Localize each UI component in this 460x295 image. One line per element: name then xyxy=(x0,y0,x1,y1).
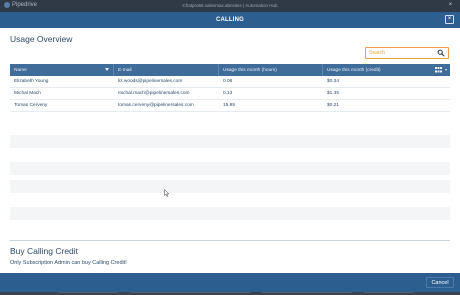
cell-hours: 0.06 xyxy=(223,79,233,84)
buy-credit-title: Buy Calling Credit xyxy=(10,246,79,256)
modal-footer: Cancel xyxy=(0,273,460,292)
usage-overview-title: Usage Overview xyxy=(10,34,73,44)
column-label: Usage this month (hours) xyxy=(223,67,277,73)
column-header-hours[interactable]: Usage this month (hours) xyxy=(219,64,323,76)
table-row[interactable]: Elizabeth Young liz.woods@pipelinersales… xyxy=(10,76,450,88)
column-header-email[interactable]: E-mail xyxy=(114,64,219,76)
buy-credit-note: Only Subscription Admin can buy Calling … xyxy=(10,260,127,266)
cell-email: michal.mach@pipelinersales.com xyxy=(118,91,190,96)
cancel-button[interactable]: Cancel xyxy=(426,277,454,288)
cursor-icon xyxy=(164,189,170,197)
table-row[interactable]: Michal Mach michal.mach@pipelinersales.c… xyxy=(10,88,450,100)
cell-email: liz.woods@pipelinersales.com xyxy=(118,79,183,84)
column-header-name[interactable]: Name xyxy=(10,64,114,76)
cell-hours: 0.13 xyxy=(223,91,233,96)
column-header-credit[interactable]: Usage this month (credit) xyxy=(323,64,450,76)
search-icon[interactable] xyxy=(437,49,445,57)
sort-arrow-icon[interactable] xyxy=(105,68,109,71)
modal-title: CALLING xyxy=(215,17,245,23)
table-row[interactable]: Tomas Cerveny tomas.cerveny@pipelinersal… xyxy=(10,100,450,112)
empty-row xyxy=(10,180,450,193)
grid-icon[interactable] xyxy=(435,67,442,73)
empty-row xyxy=(10,162,450,175)
empty-row xyxy=(10,207,450,220)
table-header: Name E-mail Usage this month (hours) Usa… xyxy=(10,64,450,76)
search-placeholder: Search xyxy=(369,50,385,56)
cell-email: tomas.cerveny@pipelinersales.com xyxy=(118,103,194,108)
column-label: Name xyxy=(14,67,27,73)
cell-credit: $0.21 xyxy=(327,103,340,108)
background-center-text: Chatpro66.salesmax.abnsites | Automation… xyxy=(182,3,278,8)
cell-name: Tomas Cerveny xyxy=(14,103,48,108)
section-divider xyxy=(10,240,450,241)
chevron-down-icon[interactable] xyxy=(445,69,447,71)
cell-credit: $1.35 xyxy=(327,91,340,96)
cell-hours: 15.95 xyxy=(223,103,236,108)
cell-credit: $0.34 xyxy=(327,79,340,84)
cell-name: Michal Mach xyxy=(14,91,41,96)
modal-header: CALLING × xyxy=(0,12,460,28)
background-topbar: Pipedrive Chatpro66.salesmax.abnsites | … xyxy=(0,0,460,12)
cell-name: Elizabeth Young xyxy=(14,79,49,84)
usage-table: Name E-mail Usage this month (hours) Usa… xyxy=(10,64,450,112)
empty-row xyxy=(10,135,450,148)
calling-modal: CALLING × Usage Overview Search Name E-m… xyxy=(0,12,460,292)
column-label: E-mail xyxy=(118,67,132,73)
background-close-icon: × xyxy=(448,2,453,8)
search-input[interactable]: Search xyxy=(365,47,449,59)
close-icon[interactable]: × xyxy=(445,15,454,24)
column-label: Usage this month (credit) xyxy=(327,67,381,73)
